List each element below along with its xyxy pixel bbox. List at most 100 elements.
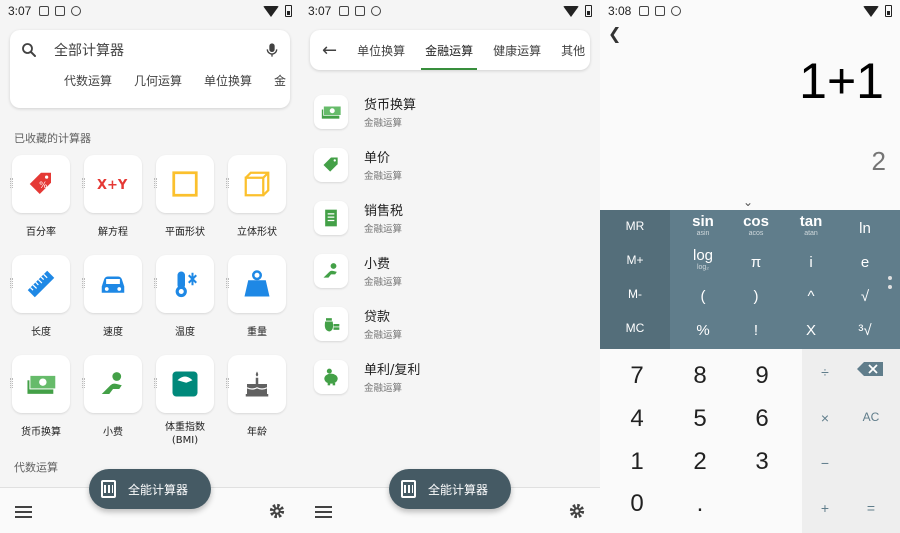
all-in-one-calculator-button[interactable]: 全能计算器 (89, 469, 211, 509)
sci-key-13[interactable]: ! (731, 323, 781, 339)
list-item-unit-price[interactable]: 单价 金融运算 (314, 138, 590, 191)
list-item-currency[interactable]: 货币换算 金融运算 (314, 85, 590, 138)
digit-key-3[interactable]: 4 (617, 405, 657, 433)
chip-unit-conversion[interactable]: 单位换算 (204, 72, 252, 89)
digit-key-2[interactable]: 9 (742, 362, 782, 390)
digit-key-1[interactable]: 8 (680, 362, 720, 390)
sci-key-3[interactable]: ln (840, 221, 890, 237)
drag-handle[interactable] (154, 378, 157, 388)
drag-handle[interactable] (226, 278, 229, 288)
sci-key-14[interactable]: X (786, 323, 836, 339)
tile-tip[interactable]: 小费 (82, 355, 142, 447)
app-notification-icon (55, 6, 66, 16)
tile-weight[interactable]: 重量 (226, 255, 286, 339)
operator-key-3[interactable]: − (810, 455, 840, 471)
li-icon-box (314, 306, 348, 341)
tab-other[interactable]: 其他 (551, 30, 590, 70)
item-subtitle: 金融运算 (364, 224, 403, 235)
drag-handle[interactable] (82, 378, 85, 388)
expression-display: 1+1 (799, 53, 884, 109)
tile-plane-shapes[interactable]: 平面形状 (154, 155, 214, 239)
drag-handle[interactable] (10, 178, 13, 188)
search-input[interactable]: 全部计算器 (54, 40, 124, 60)
item-subtitle: 金融运算 (364, 383, 403, 394)
mic-icon[interactable] (264, 41, 280, 59)
sci-key-6[interactable]: i (786, 255, 836, 271)
operator-key-1[interactable]: × (810, 410, 840, 426)
sci-key-0[interactable]: sin asin (678, 214, 728, 238)
tab-health[interactable]: 健康运算 (483, 30, 551, 70)
tile-bmi[interactable]: 体重指数 (BMI) (154, 355, 214, 447)
drag-handle[interactable] (226, 178, 229, 188)
digit-key-4[interactable]: 5 (680, 405, 720, 433)
tile-percentage[interactable]: % 百分率 (10, 155, 70, 239)
operator-key-0[interactable]: ÷ (810, 364, 840, 380)
drag-handle[interactable] (226, 378, 229, 388)
sci-key-7[interactable]: e (840, 255, 890, 271)
tile-age[interactable]: 年龄 (226, 355, 286, 447)
sci-key-9[interactable]: ) (731, 289, 781, 305)
drag-handle[interactable] (10, 278, 13, 288)
operator-key-2[interactable]: AC (856, 410, 886, 424)
memory-key-3[interactable]: MC (600, 321, 670, 335)
list-item-interest[interactable]: 单利/复利 金融运算 (314, 350, 590, 403)
digit-key-7[interactable]: 2 (680, 448, 720, 476)
list-item-loan[interactable]: 贷款 金融运算 (314, 297, 590, 350)
back-arrow-icon[interactable]: ← (322, 40, 337, 61)
operator-key-5[interactable]: = (856, 500, 886, 516)
sci-key-1[interactable]: cos acos (731, 214, 781, 238)
tile-solve-equation[interactable]: X+Y 解方程 (82, 155, 142, 239)
sci-key-15[interactable]: ³√ (840, 323, 890, 339)
tile-label: 解方程 (98, 227, 128, 238)
chip-finance[interactable]: 金 (274, 72, 286, 89)
digit-key-10[interactable]: . (680, 490, 720, 518)
item-title: 单价 (364, 151, 391, 166)
gear-icon[interactable] (568, 502, 586, 520)
fab-label: 全能计算器 (128, 482, 189, 497)
drag-handle[interactable] (154, 178, 157, 188)
memory-key-2[interactable]: M- (600, 287, 670, 301)
chevron-down-icon[interactable]: ⌄ (743, 195, 753, 209)
sci-key-label: log (692, 247, 714, 264)
item-subtitle: 金融运算 (364, 171, 403, 182)
backspace-icon[interactable] (857, 362, 883, 376)
tile-length[interactable]: 长度 (10, 255, 70, 339)
sci-key-2[interactable]: tan atan (786, 214, 836, 238)
money-icon (321, 105, 342, 119)
tab-finance[interactable]: 金融运算 (415, 30, 483, 70)
back-chevron-icon[interactable]: ❮ (608, 24, 621, 43)
sci-key-12[interactable]: % (678, 323, 728, 339)
tile-speed[interactable]: 速度 (82, 255, 142, 339)
memory-key-0[interactable]: MR (600, 219, 670, 233)
sci-key-4[interactable]: log log₂ (678, 248, 728, 272)
memory-key-1[interactable]: M+ (600, 253, 670, 267)
tile-temperature[interactable]: 温度 (154, 255, 214, 339)
tab-unit-conversion[interactable]: 单位换算 (347, 30, 415, 70)
operator-key-4[interactable]: + (810, 500, 840, 516)
menu-icon[interactable] (15, 506, 32, 518)
drag-handle[interactable] (82, 178, 85, 188)
digit-key-6[interactable]: 1 (617, 448, 657, 476)
chip-algebra[interactable]: 代数运算 (64, 72, 112, 89)
tile-solid-shapes[interactable]: 立体形状 (226, 155, 286, 239)
tile-currency[interactable]: 货币换算 (10, 355, 70, 447)
drag-handle[interactable] (10, 378, 13, 388)
sci-key-5[interactable]: π (731, 255, 781, 271)
menu-icon[interactable] (315, 506, 332, 518)
drag-handle[interactable] (82, 278, 85, 288)
sci-key-10[interactable]: ^ (786, 289, 836, 305)
drag-handle[interactable] (154, 278, 157, 288)
list-item-sales-tax[interactable]: 销售税 金融运算 (314, 191, 590, 244)
digit-key-5[interactable]: 6 (742, 405, 782, 433)
search-bar[interactable]: 全部计算器 (10, 30, 290, 70)
digit-key-9[interactable]: 0 (617, 490, 657, 518)
list-item-tip[interactable]: 小费 金融运算 (314, 244, 590, 297)
chip-geometry[interactable]: 几何运算 (134, 72, 182, 89)
all-in-one-calculator-button[interactable]: 全能计算器 (389, 469, 511, 509)
digit-key-0[interactable]: 7 (617, 362, 657, 390)
gear-icon[interactable] (268, 502, 286, 520)
sci-key-11[interactable]: √ (840, 289, 890, 305)
sci-key-8[interactable]: ( (678, 289, 728, 305)
tile-label: 年龄 (247, 427, 267, 438)
digit-key-8[interactable]: 3 (742, 448, 782, 476)
